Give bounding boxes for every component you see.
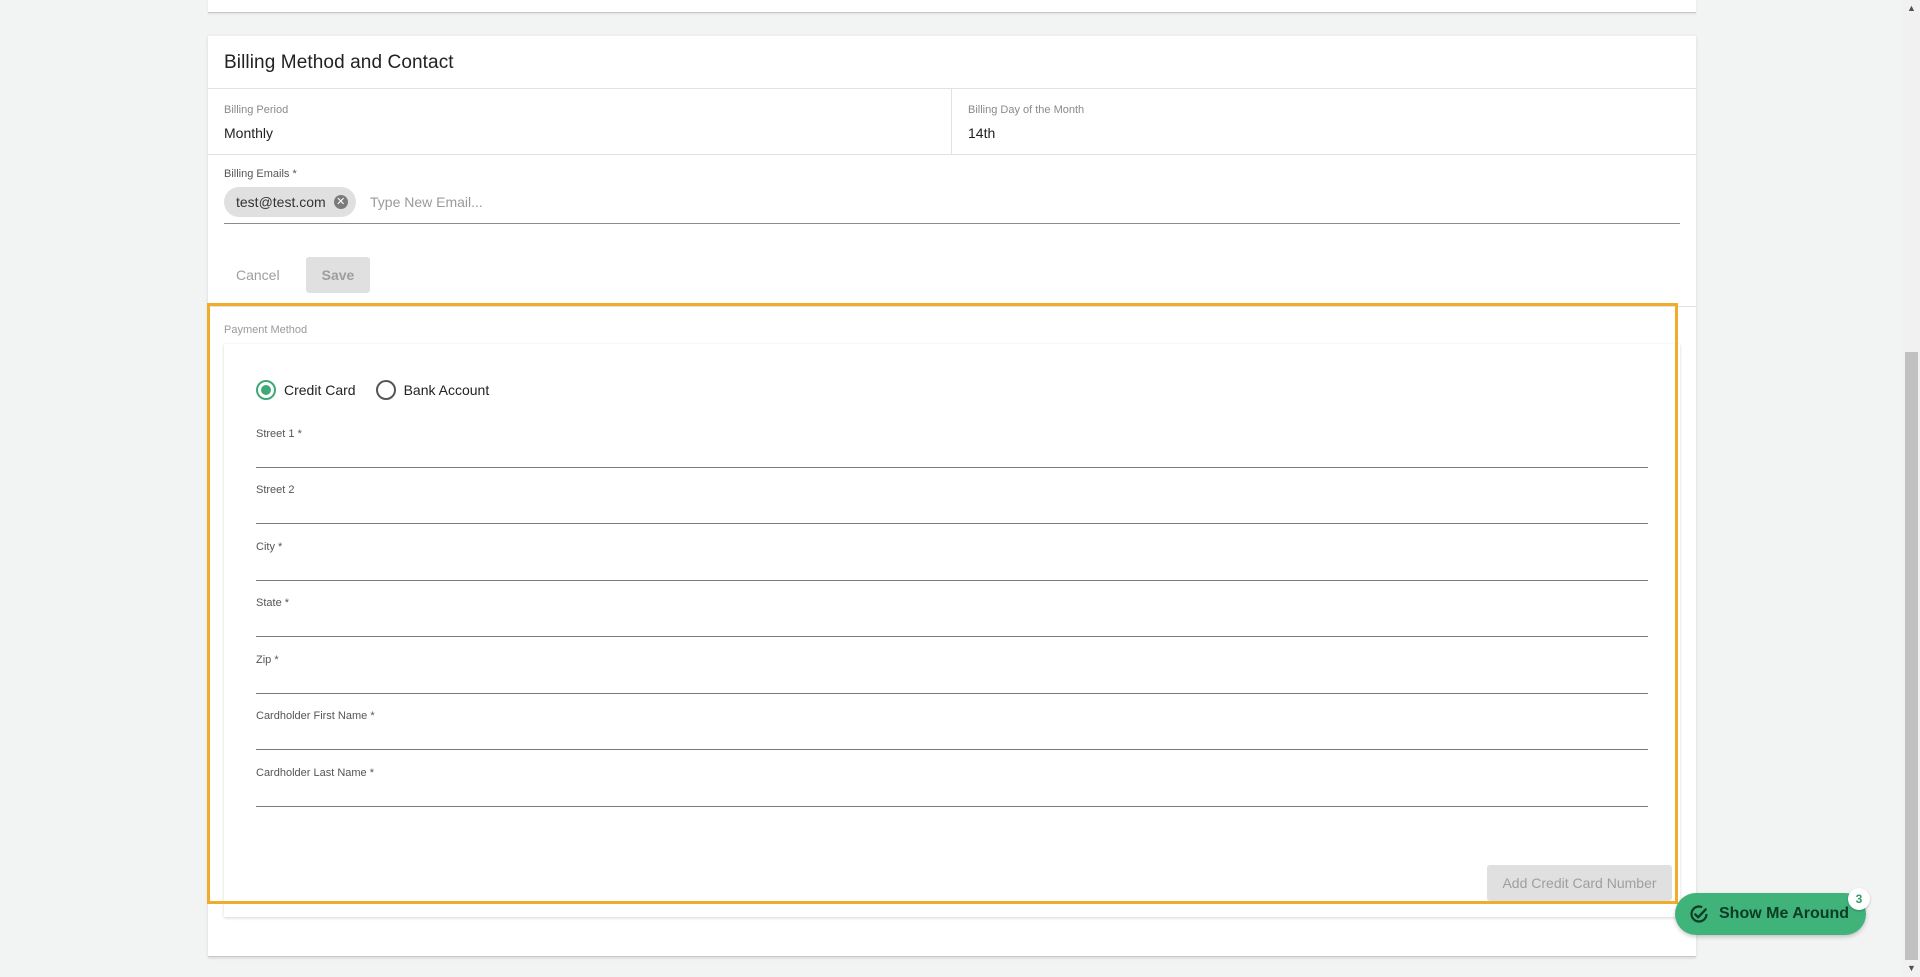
city-label: City * xyxy=(256,541,283,553)
street2-input[interactable] xyxy=(256,498,1648,522)
cardholder-last-name-field[interactable]: Cardholder Last Name * xyxy=(256,767,1648,807)
payment-method-label: Payment Method xyxy=(224,324,308,336)
cancel-button[interactable]: Cancel xyxy=(224,257,292,293)
street2-underline xyxy=(256,523,1648,524)
billing-day-label: Billing Day of the Month xyxy=(968,104,1085,116)
scroll-up-icon[interactable]: ▲ xyxy=(1903,0,1920,17)
street1-label: Street 1 * xyxy=(256,428,302,440)
scroll-thumb[interactable] xyxy=(1905,352,1918,960)
street2-field[interactable]: Street 2 xyxy=(256,484,1648,524)
radio-checked-icon[interactable] xyxy=(256,380,276,400)
payment-type-radio-group: Credit Card Bank Account xyxy=(256,380,509,400)
email-chip[interactable]: test@test.com ✕ xyxy=(224,187,356,217)
check-circle-icon xyxy=(1690,905,1708,923)
cardholder-last-name-input[interactable] xyxy=(256,781,1648,805)
save-button[interactable]: Save xyxy=(306,257,370,293)
street2-label: Street 2 xyxy=(256,484,295,496)
zip-field[interactable]: Zip * xyxy=(256,654,1648,694)
email-chip-label: test@test.com xyxy=(236,194,326,210)
billing-day-value: 14th xyxy=(968,125,996,141)
row-divider xyxy=(208,154,1696,155)
show-me-around-label: Show Me Around xyxy=(1719,905,1850,922)
radio-bank-account[interactable]: Bank Account xyxy=(375,380,490,400)
radio-bank-account-label: Bank Account xyxy=(403,382,490,398)
billing-period-label: Billing Period xyxy=(224,104,289,116)
billing-card: Billing Method and Contact Billing Perio… xyxy=(208,36,1696,957)
tour-count-badge: 3 xyxy=(1848,888,1870,910)
radio-credit-card-label: Credit Card xyxy=(284,382,356,398)
street1-field[interactable]: Street 1 * xyxy=(256,428,1648,468)
cardholder-last-name-underline xyxy=(256,806,1648,807)
new-email-input[interactable] xyxy=(368,191,1268,213)
city-input[interactable] xyxy=(256,555,1648,579)
radio-unchecked-icon[interactable] xyxy=(375,380,396,400)
zip-underline xyxy=(256,693,1648,694)
cardholder-first-name-input[interactable] xyxy=(256,724,1648,748)
column-separator xyxy=(951,88,952,154)
state-underline xyxy=(256,636,1648,637)
state-field[interactable]: State * xyxy=(256,597,1648,637)
scroll-down-icon[interactable]: ▼ xyxy=(1903,960,1920,977)
city-underline xyxy=(256,580,1648,581)
cardholder-first-name-label: Cardholder First Name * xyxy=(256,710,375,722)
cardholder-first-name-field[interactable]: Cardholder First Name * xyxy=(256,710,1648,750)
street1-input[interactable] xyxy=(256,442,1648,466)
title-divider xyxy=(208,88,1696,89)
payment-method-panel: Credit Card Bank Account Street 1 * Stre… xyxy=(224,344,1680,917)
zip-input[interactable] xyxy=(256,668,1648,692)
email-underline xyxy=(224,223,1680,224)
state-label: State * xyxy=(256,597,290,609)
billing-period-value: Monthly xyxy=(224,125,274,141)
show-me-around-button[interactable]: Show Me Around xyxy=(1675,893,1866,935)
add-credit-card-button[interactable]: Add Credit Card Number xyxy=(1487,865,1672,901)
city-field[interactable]: City * xyxy=(256,541,1648,581)
cardholder-last-name-label: Cardholder Last Name * xyxy=(256,767,375,779)
remove-chip-icon[interactable]: ✕ xyxy=(333,195,348,209)
state-input[interactable] xyxy=(256,611,1648,635)
billing-emails-label: Billing Emails * xyxy=(224,168,297,180)
radio-credit-card[interactable]: Credit Card xyxy=(256,380,356,400)
zip-label: Zip * xyxy=(256,654,279,666)
section-divider xyxy=(208,306,1696,307)
street1-underline xyxy=(256,467,1648,468)
cardholder-first-name-underline xyxy=(256,749,1648,750)
vertical-scrollbar[interactable]: ▲ ▼ xyxy=(1903,0,1920,977)
card-title: Billing Method and Contact xyxy=(224,52,454,73)
previous-card xyxy=(208,0,1696,13)
